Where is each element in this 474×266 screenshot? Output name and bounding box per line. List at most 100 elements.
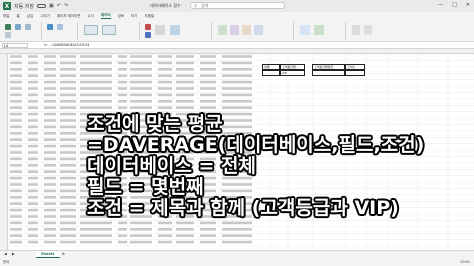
cell-content	[118, 202, 127, 205]
close-button[interactable]: ✕	[466, 2, 470, 8]
tab-formulas[interactable]: 수식	[87, 14, 93, 19]
get-data-icon[interactable]	[5, 24, 11, 30]
worksheet-grid[interactable]: 성별 고객등급별 ... VIP 고객등급별평균 고객수	[0, 54, 474, 250]
status-text: 준비	[3, 260, 10, 264]
tab-home[interactable]: 홈	[16, 14, 19, 19]
cell-content	[44, 68, 56, 71]
remove-duplicates-icon[interactable]	[242, 25, 251, 35]
cell-content	[80, 80, 112, 84]
zoom-level[interactable]: 100%	[460, 260, 470, 264]
cell-content	[118, 215, 127, 218]
cell-content	[80, 87, 112, 90]
cell-content	[200, 112, 216, 116]
cell-content	[44, 151, 56, 154]
cell-content	[118, 208, 127, 212]
sort-az-icon[interactable]	[145, 24, 151, 30]
cell-content	[158, 208, 172, 212]
cell-content	[130, 68, 152, 71]
cell-content	[176, 93, 194, 97]
cell-content	[60, 100, 76, 103]
cell-content	[222, 125, 252, 129]
tab-file[interactable]: 파일	[3, 14, 9, 19]
gridlines	[8, 54, 474, 250]
cell-content	[118, 125, 127, 129]
cell-content	[130, 157, 152, 161]
cell-content	[44, 228, 56, 231]
cell-content	[80, 157, 112, 161]
cell-content	[130, 144, 152, 148]
cell-content	[176, 151, 194, 154]
from-web-icon[interactable]	[25, 24, 31, 30]
criteria-value-grade[interactable]: VIP	[280, 70, 305, 76]
tab-review[interactable]: 검토	[118, 14, 124, 19]
name-box[interactable]: L4	[2, 43, 28, 48]
cell-content	[222, 138, 252, 141]
queries-icon[interactable]	[57, 24, 63, 30]
save-icon[interactable]: ▣	[49, 3, 54, 9]
cell-content	[176, 55, 194, 58]
maximize-button[interactable]: □	[452, 2, 457, 8]
add-sheet-icon[interactable]: ⊕	[62, 252, 65, 256]
cell-content	[10, 68, 22, 71]
cell-content	[10, 196, 22, 199]
cell-content	[10, 164, 22, 167]
from-text-icon[interactable]	[15, 24, 21, 30]
result-value-average[interactable]	[312, 70, 345, 76]
cell-content	[44, 189, 56, 193]
cell-content	[130, 170, 152, 173]
tab-data[interactable]: 데이터	[100, 13, 111, 19]
cell-content	[44, 234, 56, 237]
cell-content	[200, 189, 216, 193]
tab-help[interactable]: 도움말	[145, 14, 155, 19]
cell-content	[28, 164, 38, 167]
cell-content	[118, 170, 127, 173]
autosave-toggle[interactable]	[37, 4, 46, 8]
cell-content	[10, 87, 22, 90]
tab-insert[interactable]: 삽입	[27, 14, 33, 19]
cell-content	[222, 93, 252, 97]
cell-content	[200, 87, 216, 90]
title-bar: X 자동 저장 ▣ ↶ ↷ 데이터베이스 함수 ⚲ 검색 — □ ✕	[0, 0, 474, 12]
criteria-value-gender[interactable]	[262, 70, 280, 76]
flash-fill-icon[interactable]	[230, 25, 239, 35]
ungroup-icon[interactable]	[364, 25, 372, 35]
cell-content	[10, 228, 22, 231]
cell-content	[130, 112, 152, 116]
redo-icon[interactable]: ↷	[64, 3, 68, 9]
sort-za-icon[interactable]	[145, 32, 151, 38]
ribbon-group-sort-filter	[142, 22, 212, 40]
geography-icon[interactable]	[102, 25, 116, 35]
refresh-all-icon[interactable]	[47, 24, 53, 30]
fx-icon[interactable]: fx	[44, 43, 47, 47]
tab-page-layout[interactable]: 페이지 레이아웃	[57, 14, 81, 19]
forecast-sheet-icon[interactable]	[314, 25, 324, 35]
cell-content	[28, 170, 38, 173]
sheet-tab[interactable]: Sheet1	[36, 251, 60, 258]
cell-content	[200, 234, 216, 237]
data-validation-icon[interactable]	[254, 25, 263, 35]
tab-view[interactable]: 보기	[131, 14, 137, 19]
prev-sheet-icon[interactable]: ◀	[4, 252, 7, 256]
sort-icon[interactable]	[155, 25, 165, 35]
what-if-icon[interactable]	[300, 25, 310, 35]
ribbon-group-outline	[348, 22, 398, 40]
from-table-icon[interactable]	[5, 32, 11, 38]
cell-content	[60, 144, 76, 148]
filter-icon[interactable]	[170, 25, 180, 35]
next-sheet-icon[interactable]: ▶	[12, 252, 15, 256]
tab-draw[interactable]: 그리기	[40, 14, 50, 19]
minimize-button[interactable]: —	[438, 2, 443, 8]
undo-icon[interactable]: ↶	[57, 3, 61, 9]
cell-content	[176, 61, 194, 65]
cell-content	[80, 138, 112, 141]
cell-content	[80, 112, 112, 116]
result-value-count[interactable]	[345, 70, 365, 76]
cell-content	[28, 151, 38, 154]
text-to-columns-icon[interactable]	[218, 25, 227, 35]
search-input[interactable]: ⚲ 검색	[190, 2, 285, 9]
formula-input[interactable]: =DAVERAGE(A3:H134	[51, 43, 89, 47]
stocks-icon[interactable]	[84, 25, 98, 35]
group-icon[interactable]	[352, 25, 360, 35]
excel-logo-icon: X	[3, 2, 11, 10]
cell-content	[44, 215, 56, 218]
